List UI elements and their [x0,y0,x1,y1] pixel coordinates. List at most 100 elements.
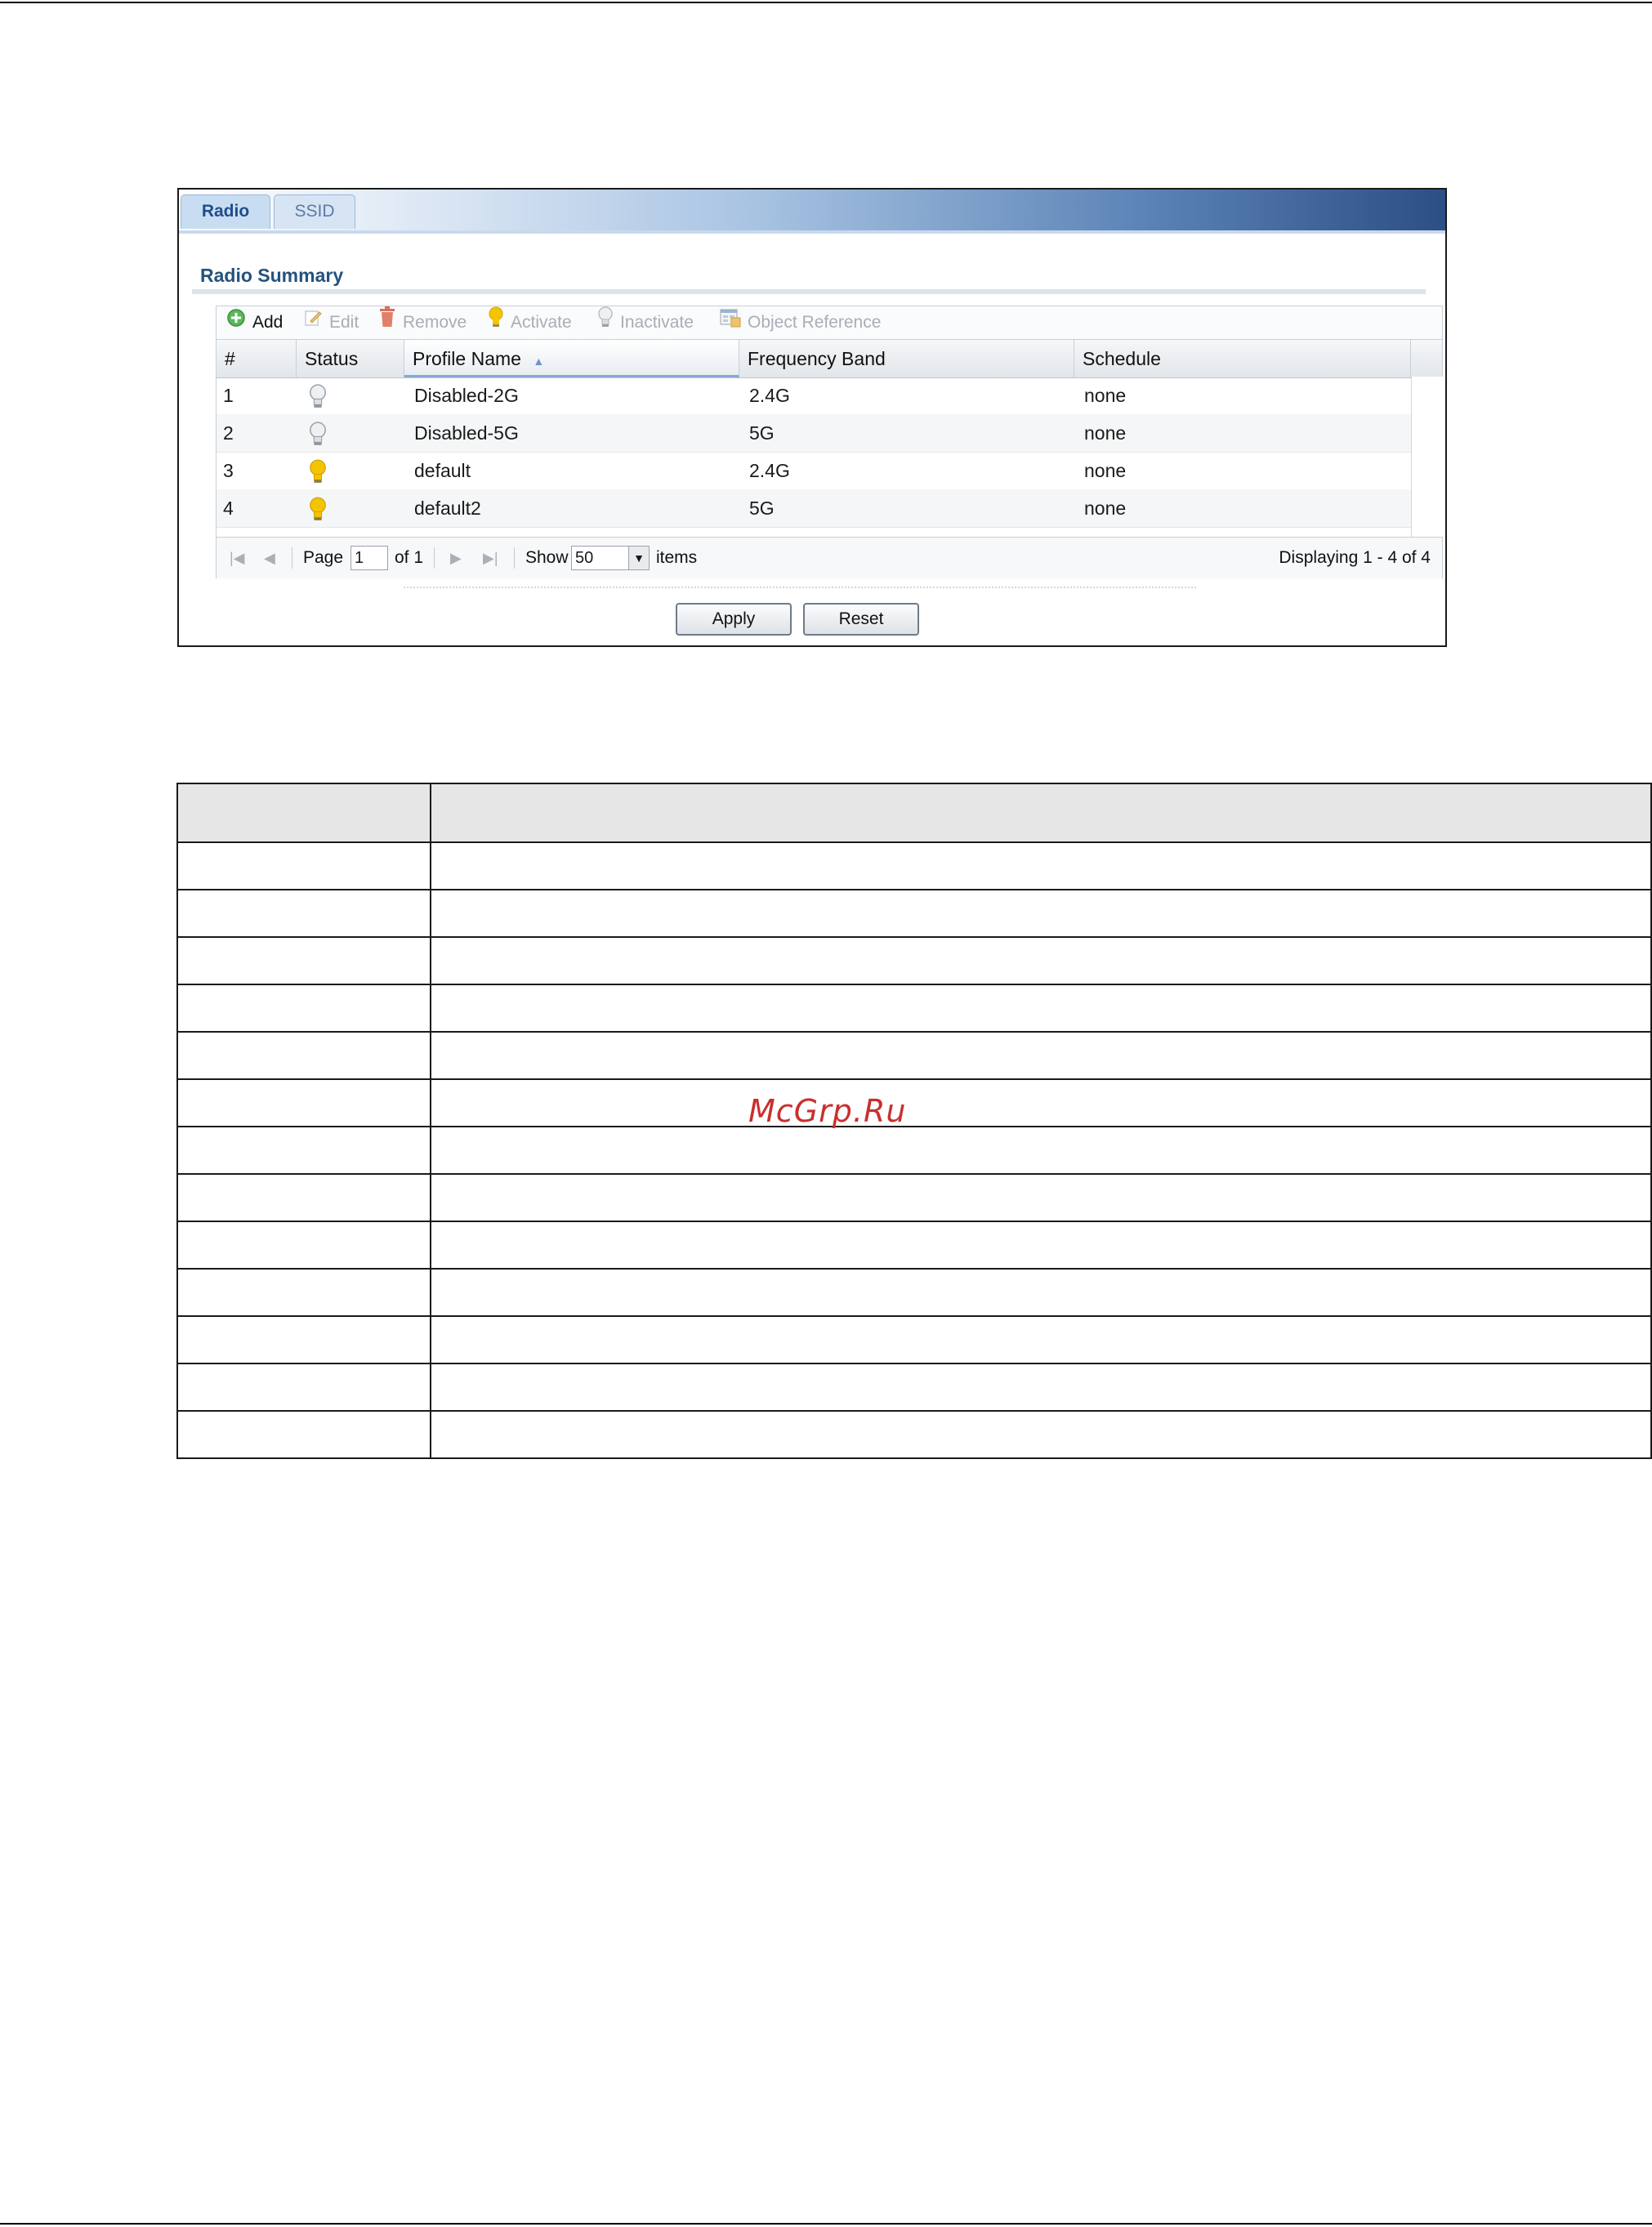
label-cell [176,1410,431,1459]
pager-separator [434,547,435,569]
table-row[interactable]: 4 default2 5G none [217,489,1411,528]
label-cell [176,1173,431,1222]
table-header: # Status Profile Name ▲ Frequency Band S… [217,339,1442,378]
schedule: none [1084,422,1127,444]
description-cell [430,841,1652,890]
description-table-header [176,783,1652,843]
col-header-profile-name[interactable]: Profile Name ▲ [404,340,739,377]
pager-separator [514,547,515,569]
object-reference-icon [720,306,741,339]
add-label: Add [252,313,284,332]
table-row[interactable]: 2 Disabled-5G 5G none [217,414,1411,453]
description-row [176,1268,1652,1317]
label-cell [176,1126,431,1175]
remove-label: Remove [403,313,467,332]
pagination-bar: |◀ ◀ Page 1 of 1 ▶ ▶| Show 50 ▼ items Di… [217,537,1442,578]
object-reference-label: Object Reference [748,313,882,332]
lightbulb-on-icon [308,496,328,533]
remove-button[interactable]: Remove [378,306,467,339]
tab-bar: Radio SSID [179,190,1445,234]
profile-name: default2 [414,498,481,519]
add-button[interactable]: Add [226,306,283,339]
radio-summary-table: Add Edit Remove Activate Inactivate Obje… [216,306,1443,578]
activate-button[interactable]: Activate [488,306,572,339]
description-row [176,889,1652,938]
frequency-band: 5G [749,498,775,519]
description-cell [430,984,1652,1033]
button-divider [404,587,1196,588]
description-row [176,1221,1652,1270]
description-cell [430,1078,1652,1127]
displaying-count: Displaying 1 - 4 of 4 [1279,548,1431,567]
description-cell [430,1268,1652,1317]
page-number-input[interactable]: 1 [350,546,388,570]
label-cell [176,1221,431,1270]
col-header-schedule[interactable]: Schedule [1074,340,1411,377]
trash-icon [378,306,396,339]
lightbulb-off-icon [597,306,614,339]
frequency-band: 2.4G [749,460,790,481]
edit-icon [303,306,323,339]
section-divider [192,289,1426,294]
items-per-page-select[interactable]: 50 ▼ [571,546,650,570]
label-cell [176,1031,431,1080]
row-number: 4 [223,498,234,519]
description-row [176,1173,1652,1222]
first-page-icon[interactable]: |◀ [230,551,245,565]
description-row [176,1315,1652,1364]
label-cell [176,1363,431,1412]
label-cell [176,841,431,890]
description-table [176,783,1652,1459]
edit-label: Edit [329,313,359,332]
description-cell [430,1031,1652,1080]
description-row [176,1031,1652,1080]
tab-radio[interactable]: Radio [181,194,270,229]
description-row [176,1078,1652,1127]
description-cell [430,1173,1652,1222]
watermark-text: McGrp.Ru [748,1093,907,1129]
radio-screen: Radio SSID Radio Summary Add Edit Remove [177,188,1447,647]
frequency-band: 2.4G [749,385,790,406]
profile-name: Disabled-5G [414,422,519,444]
next-page-icon[interactable]: ▶ [450,551,462,565]
schedule: none [1084,460,1127,481]
table-toolbar: Add Edit Remove Activate Inactivate Obje… [217,306,1442,339]
profile-name: Disabled-2G [414,385,519,406]
reset-button[interactable]: Reset [803,603,919,636]
label-cell [176,984,431,1033]
col-header-status[interactable]: Status [297,340,404,377]
col-header-frequency-band[interactable]: Frequency Band [739,340,1074,377]
profile-name: default [414,460,471,481]
col-header-number[interactable]: # [217,340,297,377]
description-cell [430,1126,1652,1175]
object-reference-button[interactable]: Object Reference [720,306,881,339]
description-row [176,1126,1652,1175]
description-cell [430,1315,1652,1364]
header-cell [430,783,1652,843]
label-cell [176,1268,431,1317]
edit-button[interactable]: Edit [303,306,359,339]
row-number: 3 [223,460,234,481]
tab-ssid[interactable]: SSID [274,194,355,229]
last-page-icon[interactable]: ▶| [483,551,498,565]
table-row[interactable]: 1 Disabled-2G 2.4G none [217,377,1411,415]
table-scrollbar[interactable] [1411,377,1443,537]
description-cell [430,1410,1652,1459]
label-cell [176,1078,431,1127]
activate-label: Activate [511,313,572,332]
label-cell [176,1315,431,1364]
items-label: items [656,548,698,567]
description-row [176,984,1652,1033]
schedule: none [1084,498,1127,519]
previous-page-icon[interactable]: ◀ [264,551,275,565]
apply-button[interactable]: Apply [676,603,792,636]
page-total: of 1 [395,548,424,567]
frequency-band: 5G [749,422,775,444]
description-row [176,1363,1652,1412]
items-per-page-value: 50 [575,549,594,567]
inactivate-button[interactable]: Inactivate [597,306,694,339]
table-row[interactable]: 3 default 2.4G none [217,452,1411,490]
col-header-profile-name-label: Profile Name [413,348,521,369]
description-cell [430,889,1652,938]
page-top-rule [0,2,1652,3]
